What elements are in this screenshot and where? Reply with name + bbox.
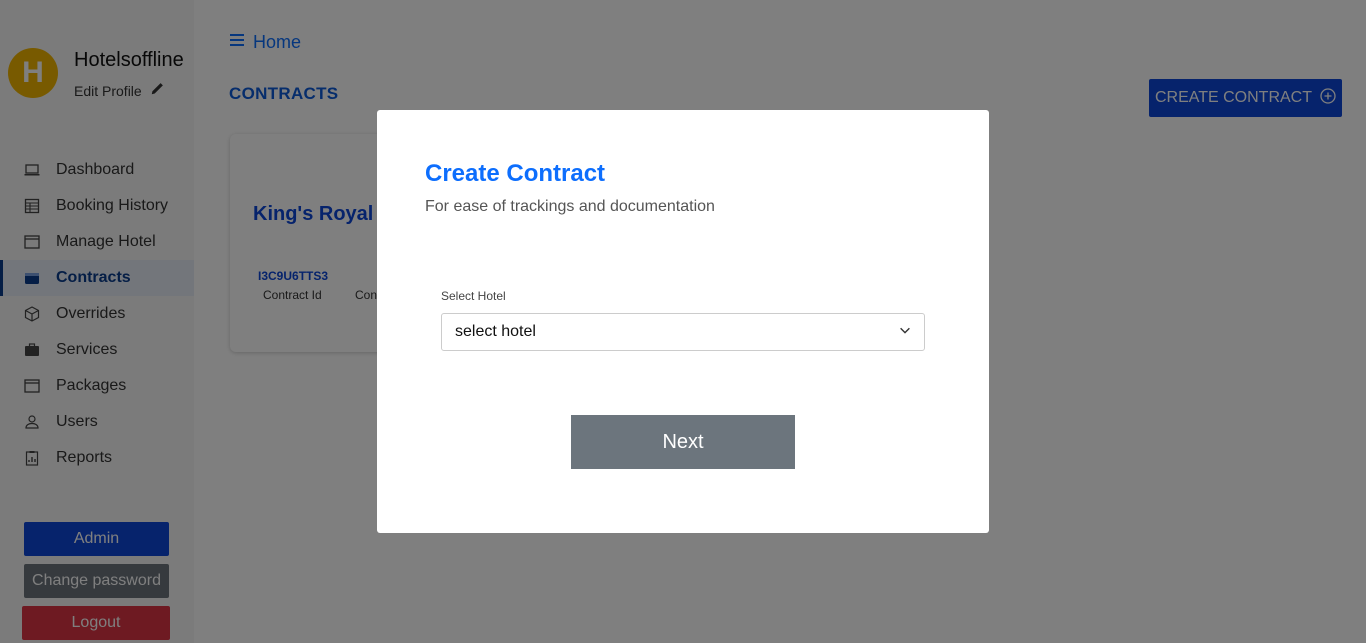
select-hotel-label: Select Hotel (441, 289, 506, 303)
modal-title: Create Contract (425, 160, 606, 187)
modal-subtitle: For ease of trackings and documentation (425, 198, 715, 215)
next-button[interactable]: Next (571, 415, 795, 469)
chevron-down-icon (898, 323, 912, 342)
select-hotel-dropdown[interactable]: select hotel (441, 313, 925, 351)
create-contract-modal: Create Contract For ease of trackings an… (377, 110, 989, 533)
select-hotel-value: select hotel (455, 323, 536, 340)
